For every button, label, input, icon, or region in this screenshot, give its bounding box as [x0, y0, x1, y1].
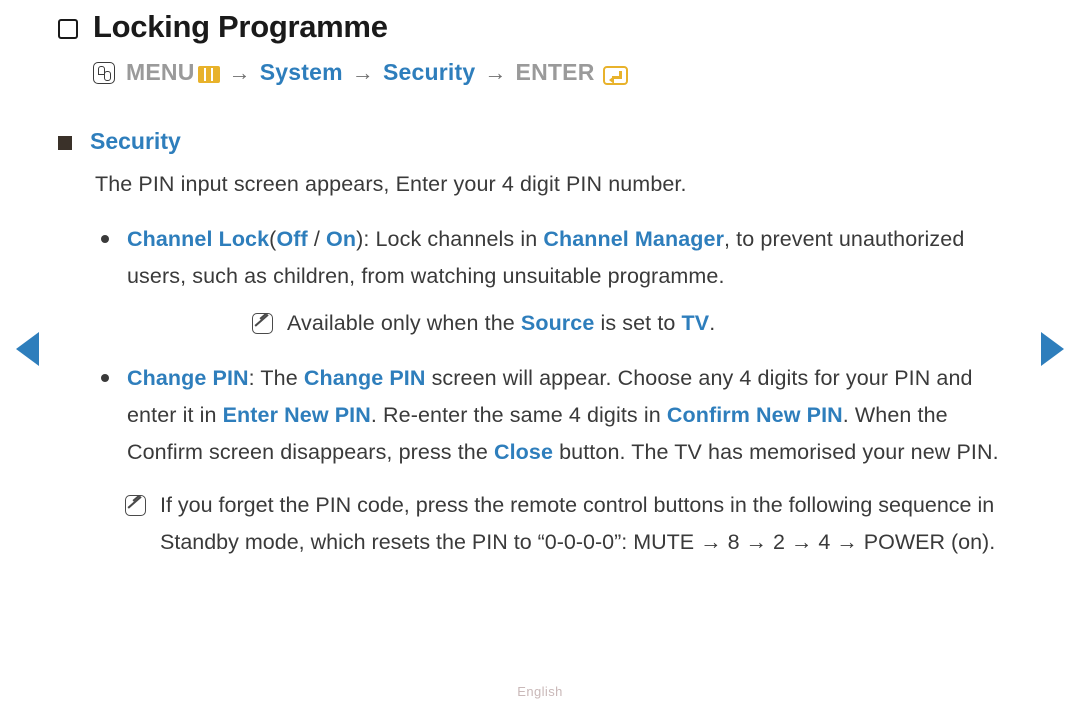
change-pin-text-1: The [260, 366, 304, 390]
section-header-security: Security [58, 128, 1080, 155]
prev-page-arrow-icon[interactable] [16, 332, 39, 366]
section-intro-text: The PIN input screen appears, Enter your… [95, 172, 687, 196]
breadcrumb-menu-label: MENU [126, 59, 195, 85]
note-text-1: Available only when the [287, 311, 521, 335]
list-item-channel-lock: Channel Lock(Off / On): Lock channels in… [95, 221, 1080, 342]
round-bullet-icon [101, 374, 109, 382]
section-title: Security [90, 128, 181, 154]
channel-lock-label: Channel Lock [127, 227, 270, 251]
note-text-3: . [709, 311, 716, 335]
tv-link: TV [681, 311, 710, 335]
pin-reset-note-text: If you forget the PIN code, press the re… [160, 493, 996, 554]
manual-page: Locking Programme MENU → System → Securi… [0, 0, 1080, 705]
channel-lock-text-1: Lock channels in [369, 227, 544, 251]
breadcrumb-step-system: System [259, 59, 343, 85]
remote-press-icon [93, 61, 115, 84]
page-title: Locking Programme [93, 9, 388, 44]
confirm-new-pin-link: Confirm New PIN [666, 403, 843, 427]
change-pin-colon: : [248, 366, 261, 390]
filled-square-bullet-icon [58, 135, 72, 150]
page-title-row: Locking Programme [58, 11, 1080, 42]
source-link: Source [520, 311, 595, 335]
note-pencil-icon [125, 495, 146, 516]
footer-language: English [517, 684, 563, 699]
list-item-change-pin: Change PIN: The Change PIN screen will a… [95, 360, 1080, 471]
pin-reset-note: If you forget the PIN code, press the re… [125, 487, 1080, 561]
next-page-arrow-icon[interactable] [1041, 332, 1064, 366]
close-button-link: Close [493, 440, 554, 464]
enter-key-icon [602, 66, 628, 85]
channel-manager-link: Channel Manager [543, 227, 725, 251]
menu-bars-icon [197, 66, 220, 83]
channel-lock-note: Available only when the Source is set to… [252, 305, 1027, 342]
breadcrumb-enter-label: ENTER [515, 59, 595, 85]
breadcrumb-arrow-3: → [484, 59, 507, 85]
square-bullet-icon [58, 18, 78, 39]
channel-lock-option-separator: / [307, 227, 327, 251]
change-pin-screen-link: Change PIN [303, 366, 426, 390]
channel-lock-body: Channel Lock(Off / On): Lock channels in… [127, 221, 1027, 342]
note-pencil-icon [252, 313, 273, 334]
change-pin-label: Change PIN [127, 366, 249, 390]
channel-lock-paren-close: ): [356, 227, 370, 251]
menu-path-breadcrumb: MENU → System → Security → ENTER [93, 59, 1080, 86]
breadcrumb-step-security: Security [382, 59, 476, 85]
breadcrumb-arrow-2: → [351, 59, 374, 85]
change-pin-text-5: button. The TV has memorised your new PI… [553, 440, 999, 464]
change-pin-body: Change PIN: The Change PIN screen will a… [127, 360, 1027, 471]
channel-lock-note-body: Available only when the Source is set to… [287, 305, 715, 342]
note-text-2: is set to [594, 311, 682, 335]
channel-lock-option-off: Off [276, 227, 308, 251]
breadcrumb-arrow-1: → [228, 59, 251, 85]
enter-new-pin-link: Enter New PIN [222, 403, 371, 427]
channel-lock-option-on: On [326, 227, 357, 251]
change-pin-text-3: . Re-enter the same 4 digits in [370, 403, 667, 427]
round-bullet-icon [101, 235, 109, 243]
